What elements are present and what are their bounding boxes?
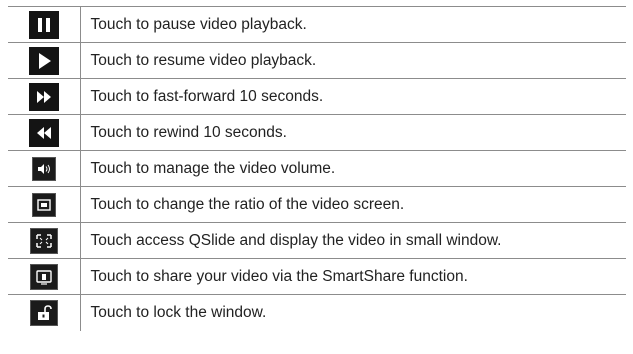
fast-forward-icon (28, 82, 59, 111)
smartshare-icon (29, 263, 58, 290)
table-row: Touch to rewind 10 seconds. (8, 114, 626, 151)
row-description: Touch to pause video playback. (79, 6, 626, 43)
row-description: Touch access QSlide and display the vide… (79, 222, 626, 259)
rewind-icon (28, 118, 59, 147)
table-row: Touch to fast-forward 10 seconds. (8, 78, 626, 115)
volume-icon (31, 156, 56, 181)
icon-cell (8, 258, 81, 295)
icon-cell (8, 78, 81, 115)
row-description: Touch to share your video via the SmartS… (79, 258, 626, 295)
row-description: Touch to resume video playback. (79, 42, 626, 79)
lock-icon (29, 299, 58, 326)
icon-cell (8, 150, 81, 187)
play-icon (28, 46, 59, 75)
table-row: Touch to lock the window. (8, 294, 626, 331)
table-row: Touch to manage the video volume. (8, 150, 626, 187)
row-description: Touch to lock the window. (79, 294, 626, 331)
table-row: Touch to pause video playback. (8, 6, 626, 43)
icon-reference-table: Touch to pause video playback. Touch to … (8, 6, 626, 331)
qslide-icon (29, 227, 58, 254)
icon-cell (8, 114, 81, 151)
table-row: Touch access QSlide and display the vide… (8, 222, 626, 259)
icon-cell (8, 222, 81, 259)
icon-cell (8, 294, 81, 331)
icon-cell (8, 6, 81, 43)
screen-ratio-icon (31, 192, 56, 217)
icon-cell (8, 186, 81, 223)
row-description: Touch to manage the video volume. (79, 150, 626, 187)
row-description: Touch to rewind 10 seconds. (79, 114, 626, 151)
table-row: Touch to change the ratio of the video s… (8, 186, 626, 223)
table-row: Touch to resume video playback. (8, 42, 626, 79)
icon-cell (8, 42, 81, 79)
row-description: Touch to change the ratio of the video s… (79, 186, 626, 223)
table-row: Touch to share your video via the SmartS… (8, 258, 626, 295)
row-description: Touch to fast-forward 10 seconds. (79, 78, 626, 115)
pause-icon (28, 10, 59, 39)
